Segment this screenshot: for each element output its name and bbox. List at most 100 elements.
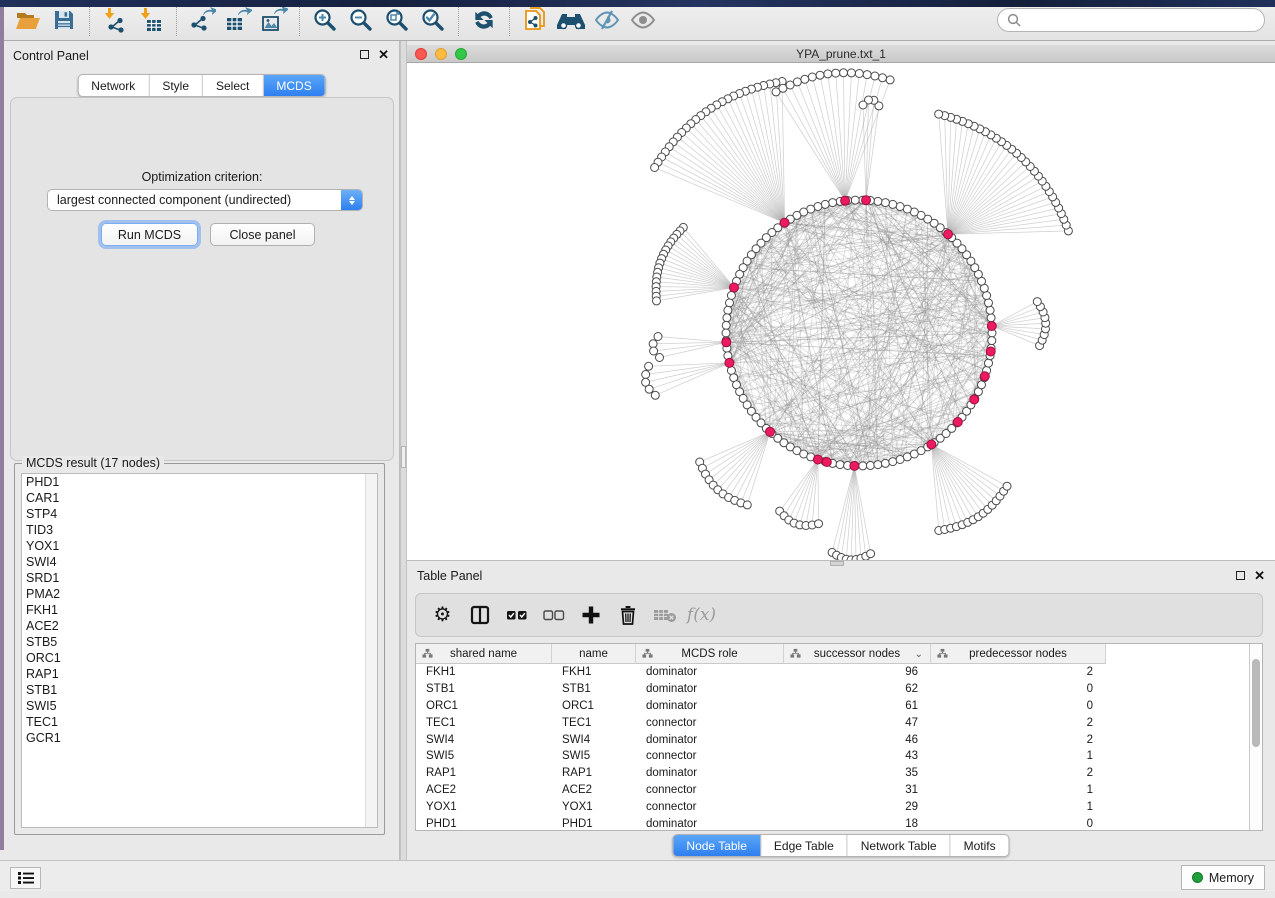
network-window-titlebar[interactable]: YPA_prune.txt_1 [407, 45, 1275, 63]
search-field[interactable] [997, 8, 1265, 32]
table-cell[interactable]: connector [636, 801, 784, 813]
tab-select[interactable]: Select [202, 75, 262, 96]
table-cell[interactable]: connector [636, 750, 784, 762]
mcds-result-item[interactable]: SWI4 [22, 554, 377, 570]
export-network-icon[interactable] [184, 4, 220, 36]
table-cell[interactable]: ORC1 [552, 700, 636, 712]
table-cell[interactable]: 1 [931, 801, 1106, 813]
table-cell[interactable]: connector [636, 784, 784, 796]
refresh-icon[interactable] [466, 4, 502, 36]
deselect-all-icon[interactable] [537, 598, 570, 632]
column-header-MCDS-role[interactable]: MCDS role [636, 644, 784, 664]
zoom-out-icon[interactable] [343, 4, 379, 36]
memory-button[interactable]: Memory [1181, 865, 1265, 890]
table-cell[interactable]: dominator [636, 734, 784, 746]
select-all-icon[interactable] [500, 598, 533, 632]
tab-style[interactable]: Style [148, 75, 202, 96]
table-cell[interactable]: dominator [636, 700, 784, 712]
vertical-splitter[interactable] [400, 41, 407, 860]
tab-edge-table[interactable]: Edge Table [760, 835, 847, 856]
search-network-icon[interactable] [553, 4, 589, 36]
mcds-result-item[interactable]: SWI5 [22, 698, 377, 714]
table-cell[interactable]: 46 [784, 734, 931, 746]
maximize-window-icon[interactable] [455, 48, 467, 60]
search-input[interactable] [1027, 12, 1255, 28]
zoom-fit-icon[interactable] [379, 4, 415, 36]
table-cell[interactable]: ACE2 [416, 784, 552, 796]
mcds-result-item[interactable]: ACE2 [22, 618, 377, 634]
mcds-result-item[interactable]: ORC1 [22, 650, 377, 666]
table-cell[interactable]: 2 [931, 767, 1106, 779]
table-cell[interactable]: ACE2 [552, 784, 636, 796]
table-cell[interactable]: 2 [931, 717, 1106, 729]
network-graph[interactable] [407, 63, 1275, 560]
settings-gear-icon[interactable]: ⚙ [426, 598, 459, 632]
column-layout-icon[interactable] [463, 598, 496, 632]
add-column-icon[interactable] [574, 598, 607, 632]
mcds-result-item[interactable]: SRD1 [22, 570, 377, 586]
mcds-result-item[interactable]: GCR1 [22, 730, 377, 746]
table-cell[interactable]: 2 [931, 734, 1106, 746]
column-header-predecessor-nodes[interactable]: predecessor nodes [931, 644, 1106, 664]
column-header-name[interactable]: name [552, 644, 636, 664]
tab-motifs[interactable]: Motifs [950, 835, 1009, 856]
task-history-button[interactable] [10, 867, 41, 889]
minimize-window-icon[interactable] [435, 48, 447, 60]
table-cell[interactable]: 62 [784, 683, 931, 695]
table-cell[interactable]: TEC1 [416, 717, 552, 729]
mcds-result-list[interactable]: PHD1CAR1STP4TID3YOX1SWI4SRD1PMA2FKH1ACE2… [21, 473, 378, 828]
table-cell[interactable]: 18 [784, 818, 931, 830]
list-scrollbar[interactable] [365, 474, 377, 827]
table-cell[interactable]: ORC1 [416, 700, 552, 712]
show-details-icon[interactable] [625, 4, 661, 36]
table-cell[interactable]: FKH1 [552, 666, 636, 678]
network-canvas[interactable] [407, 63, 1275, 560]
table-cell[interactable]: STB1 [416, 683, 552, 695]
table-cell[interactable]: SWI5 [552, 750, 636, 762]
table-cell[interactable]: YOX1 [416, 801, 552, 813]
float-panel-icon[interactable] [1236, 571, 1245, 580]
close-window-icon[interactable] [415, 48, 427, 60]
table-cell[interactable]: 43 [784, 750, 931, 762]
table-cell[interactable]: YOX1 [552, 801, 636, 813]
mcds-result-item[interactable]: STB1 [22, 682, 377, 698]
table-cell[interactable]: PHD1 [416, 818, 552, 830]
table-cell[interactable]: 1 [931, 784, 1106, 796]
table-row[interactable]: ORC1ORC1dominator610 [416, 698, 1250, 715]
table-cell[interactable]: SWI4 [416, 734, 552, 746]
table-cell[interactable]: dominator [636, 818, 784, 830]
mcds-result-item[interactable]: PMA2 [22, 586, 377, 602]
table-cell[interactable]: SWI4 [552, 734, 636, 746]
table-cell[interactable]: FKH1 [416, 666, 552, 678]
table-cell[interactable]: 0 [931, 700, 1106, 712]
tab-mcds[interactable]: MCDS [262, 75, 324, 96]
close-panel-button[interactable]: Close panel [210, 223, 315, 246]
import-table-icon[interactable] [133, 4, 169, 36]
mcds-result-item[interactable]: TID3 [22, 522, 377, 538]
zoom-in-icon[interactable] [307, 4, 343, 36]
table-row[interactable]: ACE2ACE2connector311 [416, 782, 1250, 799]
delete-column-icon[interactable] [611, 598, 644, 632]
table-scrollbar[interactable] [1249, 644, 1262, 830]
save-icon[interactable] [46, 4, 82, 36]
table-row[interactable]: SWI5SWI5connector431 [416, 748, 1250, 765]
table-row[interactable]: TEC1TEC1connector472 [416, 714, 1250, 731]
table-cell[interactable]: TEC1 [552, 717, 636, 729]
scrollbar-thumb[interactable] [1252, 659, 1260, 747]
table-cell[interactable]: PHD1 [552, 818, 636, 830]
import-network-icon[interactable] [97, 4, 133, 36]
table-row[interactable]: YOX1YOX1connector291 [416, 798, 1250, 815]
table-cell[interactable]: 2 [931, 666, 1106, 678]
table-cell[interactable]: 1 [931, 750, 1106, 762]
table-cell[interactable]: RAP1 [552, 767, 636, 779]
splitter-handle[interactable] [401, 446, 406, 468]
share-network-icon[interactable] [517, 4, 553, 36]
export-table-icon[interactable] [220, 4, 256, 36]
export-image-icon[interactable] [256, 4, 292, 36]
run-mcds-button[interactable]: Run MCDS [101, 223, 198, 246]
mcds-result-item[interactable]: CAR1 [22, 490, 377, 506]
mcds-result-item[interactable]: TEC1 [22, 714, 377, 730]
open-icon[interactable] [10, 4, 46, 36]
table-cell[interactable]: dominator [636, 666, 784, 678]
table-cell[interactable]: 47 [784, 717, 931, 729]
